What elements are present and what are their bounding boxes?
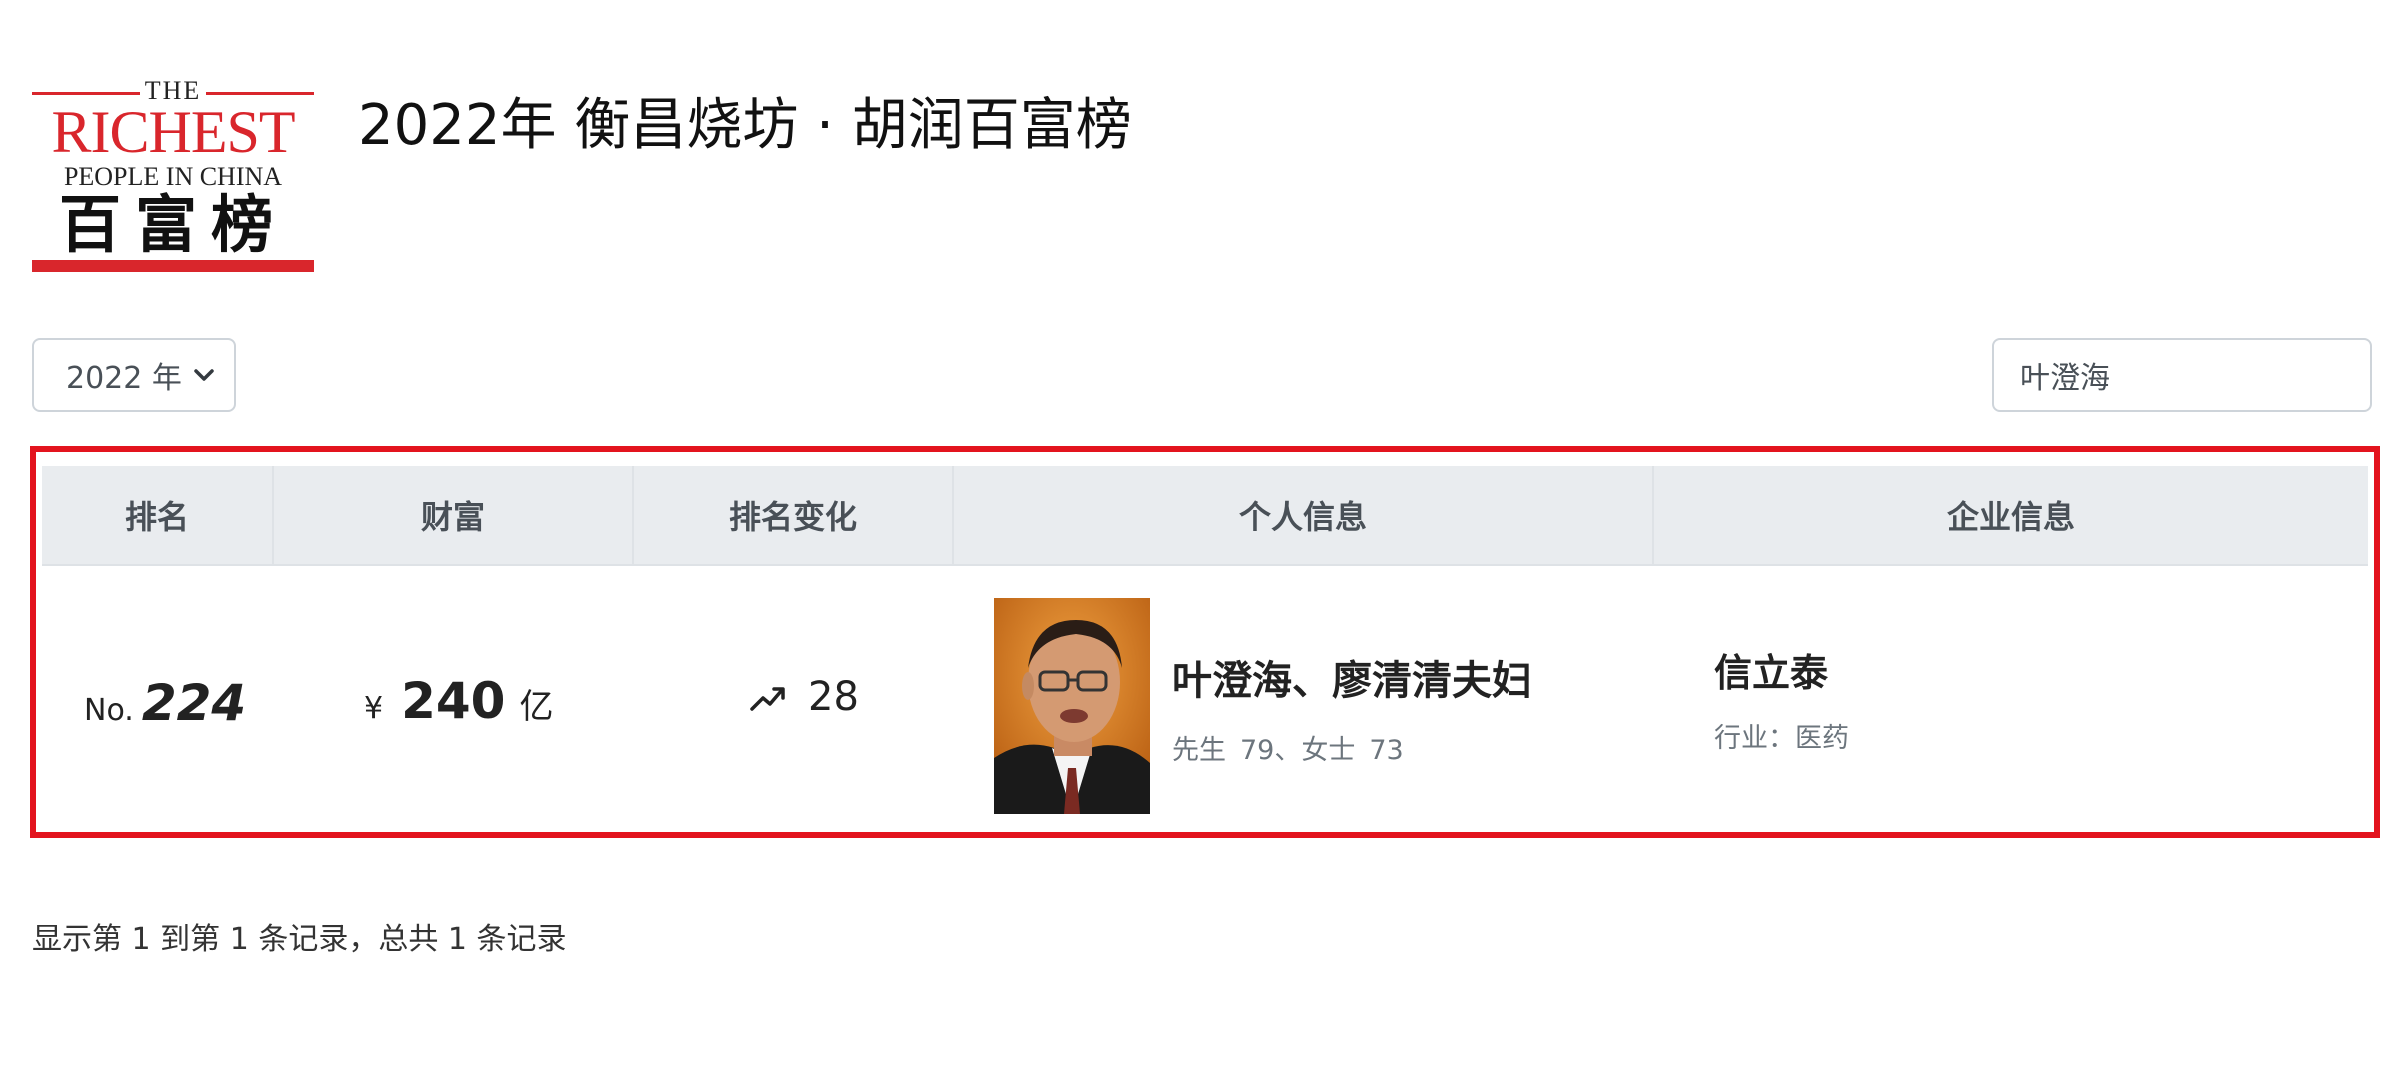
ms-age: 73 [1369,735,1404,766]
page-title: 2022年 衡昌烧坊 · 胡润百富榜 [358,93,1132,158]
mr-age: 79、 [1240,735,1302,766]
pagination-summary: 显示第 1 到第 1 条记录，总共 1 条记录 [32,922,567,957]
person-photo[interactable] [994,598,1150,814]
company-name[interactable]: 信立泰 [1714,642,1828,697]
mr-label: 先生 [1172,735,1226,766]
company-industry: 行业：医药 [1714,723,1849,754]
wealth-cell: ¥240 亿 [364,672,553,730]
wealth-unit: 亿 [519,687,554,727]
year-select[interactable]: 2022 年 [32,338,236,412]
logo-rule-right [206,92,314,95]
logo-richest-text: RICHEST [51,99,295,165]
wealth-value: 240 [401,672,506,730]
search-input[interactable]: 叶澄海 [1992,338,2372,412]
rich-list-table: 排名 财富 排名变化 个人信息 企业信息 No. 224 ¥240 亿 28 叶… [30,446,2380,838]
trend-up-icon [750,687,785,711]
rank-change-value: 28 [808,674,859,720]
column-header-rank-change[interactable]: 排名变化 [634,466,954,564]
logo-people-text: PEOPLE IN CHINA [63,162,283,191]
rank-prefix: No. [84,693,134,728]
column-header-wealth[interactable]: 财富 [274,466,634,564]
table-header: 排名 财富 排名变化 个人信息 企业信息 [42,466,2368,566]
person-name[interactable]: 叶澄海、廖清清夫妇 [1172,648,1532,706]
page: THE RICHEST PEOPLE IN CHINA 百富榜 2022年 衡昌… [0,0,2396,1076]
column-header-company-info[interactable]: 企业信息 [1654,466,2368,564]
person-photo-image [994,598,1150,814]
column-header-rank[interactable]: 排名 [42,466,274,564]
rank-number: 224 [141,674,247,732]
column-header-personal-info[interactable]: 个人信息 [954,466,1654,564]
wealth-currency: ¥ [364,691,384,726]
ms-label: 女士 [1301,735,1356,766]
chevron-down-icon [194,369,214,381]
richest-logo: THE RICHEST PEOPLE IN CHINA 百富榜 [32,76,314,272]
year-select-value: 2022 年 [66,361,182,396]
table-row[interactable]: No. 224 ¥240 亿 28 叶澄海、廖清清夫妇 先生 79、女士 73 … [42,566,2368,824]
rank-cell: No. 224 [84,674,246,732]
logo-chinese-text: 百富榜 [58,188,287,261]
logo-bottom-bar [32,260,314,272]
person-ages: 先生 79、女士 73 [1172,728,1404,767]
search-input-value: 叶澄海 [2020,361,2110,396]
rank-change-cell: 28 [748,674,859,720]
